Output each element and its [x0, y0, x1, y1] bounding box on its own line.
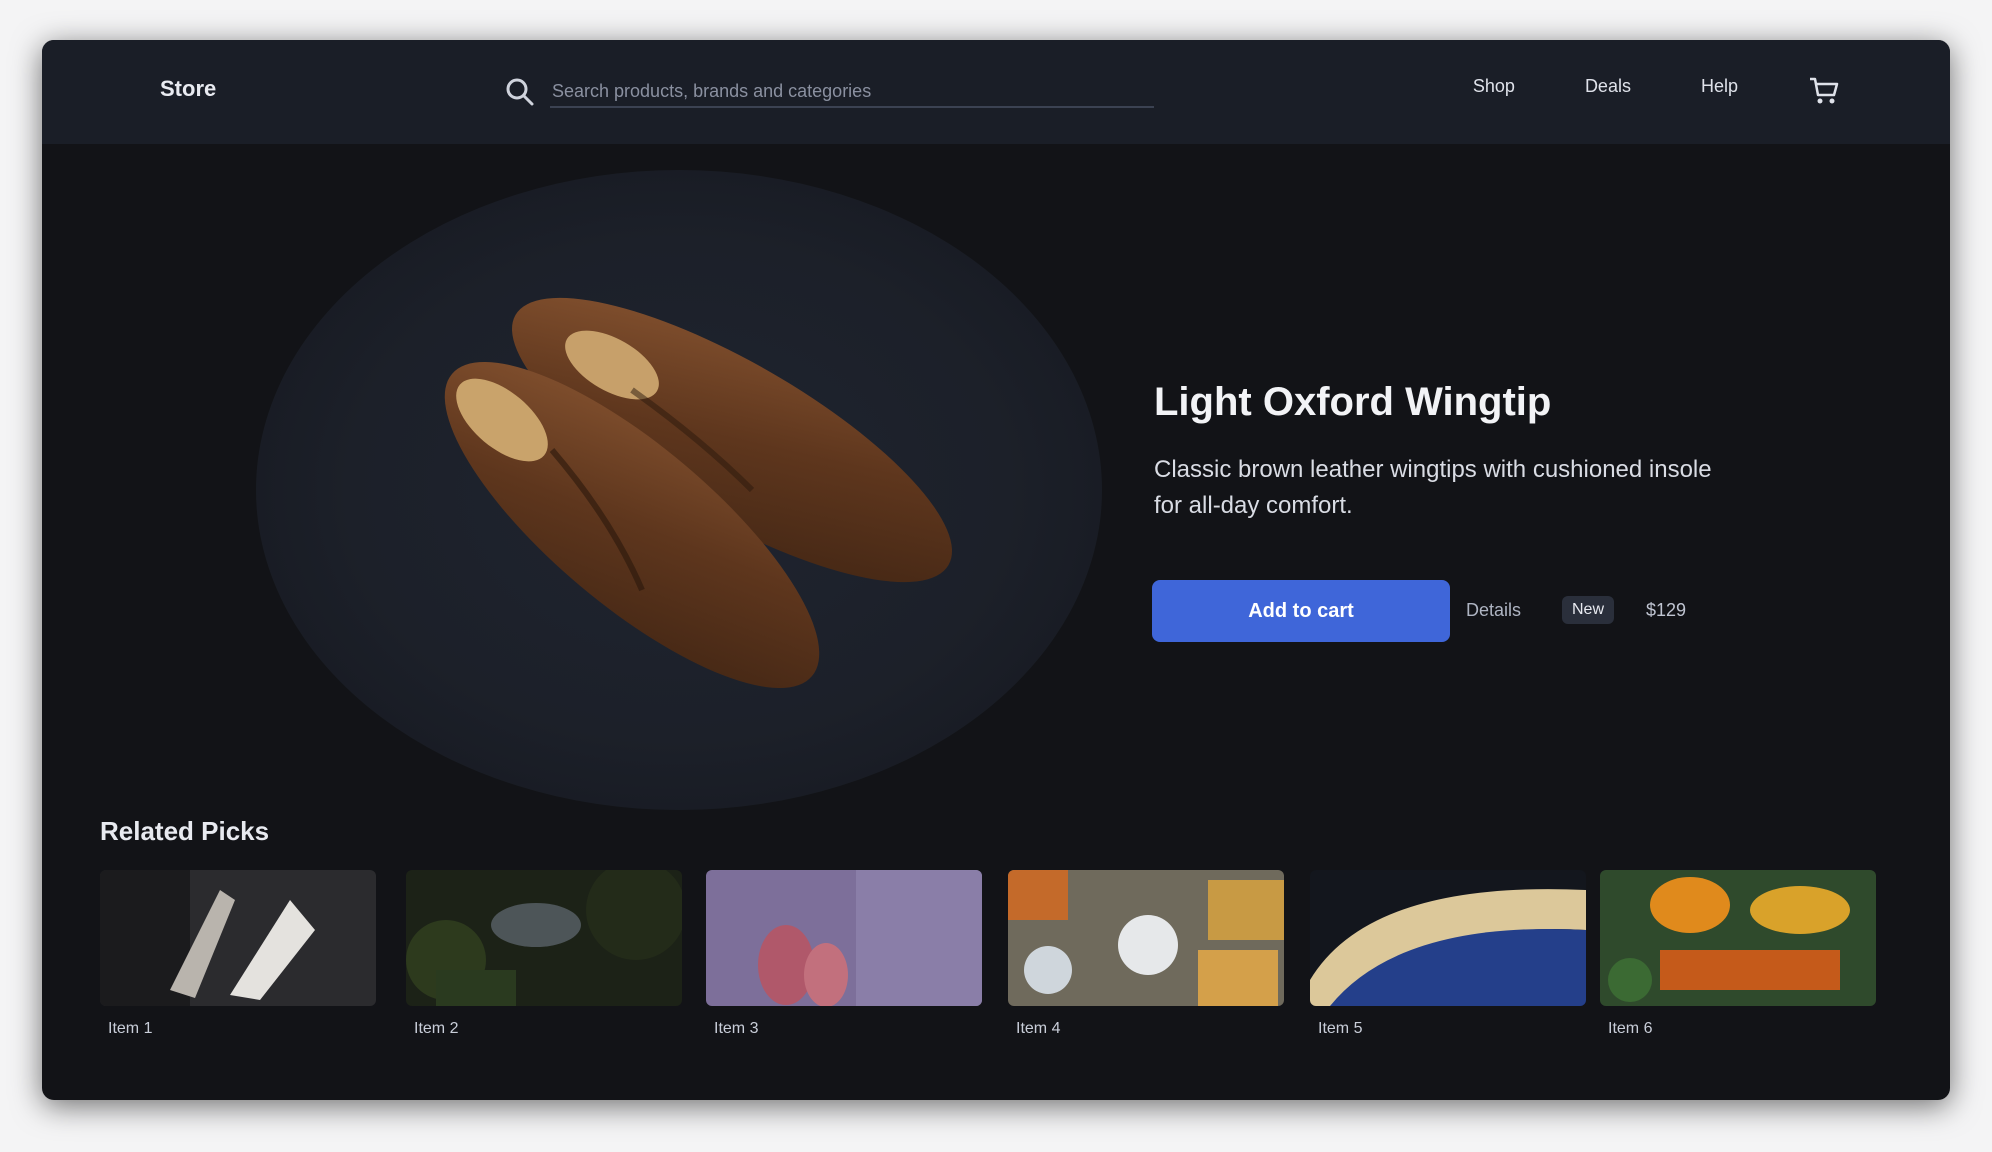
product-description: Classic brown leather wingtips with cush… [1154, 456, 1712, 519]
card-caption: Item 4 [1016, 1020, 1061, 1037]
brand-logo[interactable]: Store [160, 76, 216, 102]
app-window: Store Shop Deals Help [42, 40, 1950, 1100]
product-title: Light Oxford Wingtip [1154, 380, 1552, 424]
cart-icon[interactable] [1808, 76, 1840, 106]
card-thumbnail [1600, 870, 1876, 1006]
price-label: $129 [1646, 600, 1687, 620]
card-caption: Item 2 [414, 1020, 459, 1037]
card-thumbnail [406, 870, 682, 1006]
card-caption: Item 5 [1318, 1020, 1363, 1037]
related-card[interactable]: Item 5 [1310, 870, 1586, 1070]
card-thumbnail [1310, 870, 1586, 1006]
nav-link-help[interactable]: Help [1701, 76, 1738, 106]
related-card[interactable]: Item 6 [1600, 870, 1876, 1070]
nav-links: Shop Deals Help [1473, 76, 1840, 106]
related-card[interactable]: Item 3 [706, 870, 982, 1070]
search-icon[interactable] [502, 74, 538, 110]
add-to-cart-button[interactable]: Add to cart [1152, 580, 1450, 642]
nav-link-shop[interactable]: Shop [1473, 76, 1515, 106]
card-caption: Item 6 [1608, 1020, 1653, 1037]
top-nav: Store Shop Deals Help [42, 40, 1950, 144]
card-thumbnail [100, 870, 376, 1006]
related-section-title: Related Picks [100, 816, 270, 846]
related-card[interactable]: Item 4 [1008, 870, 1284, 1070]
related-cards: Item 1 Item 2 Item 3 Item 4 Item 5 Item … [100, 870, 1920, 1070]
nav-link-deals[interactable]: Deals [1585, 76, 1631, 106]
card-caption: Item 3 [714, 1020, 759, 1037]
search-bar [502, 72, 1156, 112]
related-card[interactable]: Item 1 [100, 870, 376, 1070]
card-thumbnail [706, 870, 982, 1006]
details-link[interactable]: Details [1466, 600, 1521, 621]
search-input[interactable] [550, 76, 1154, 108]
card-thumbnail [1008, 870, 1284, 1006]
status-badge: New [1562, 596, 1615, 624]
related-card[interactable]: Item 2 [406, 870, 682, 1070]
product-image-shoes[interactable] [382, 270, 1022, 700]
card-caption: Item 1 [108, 1020, 153, 1037]
